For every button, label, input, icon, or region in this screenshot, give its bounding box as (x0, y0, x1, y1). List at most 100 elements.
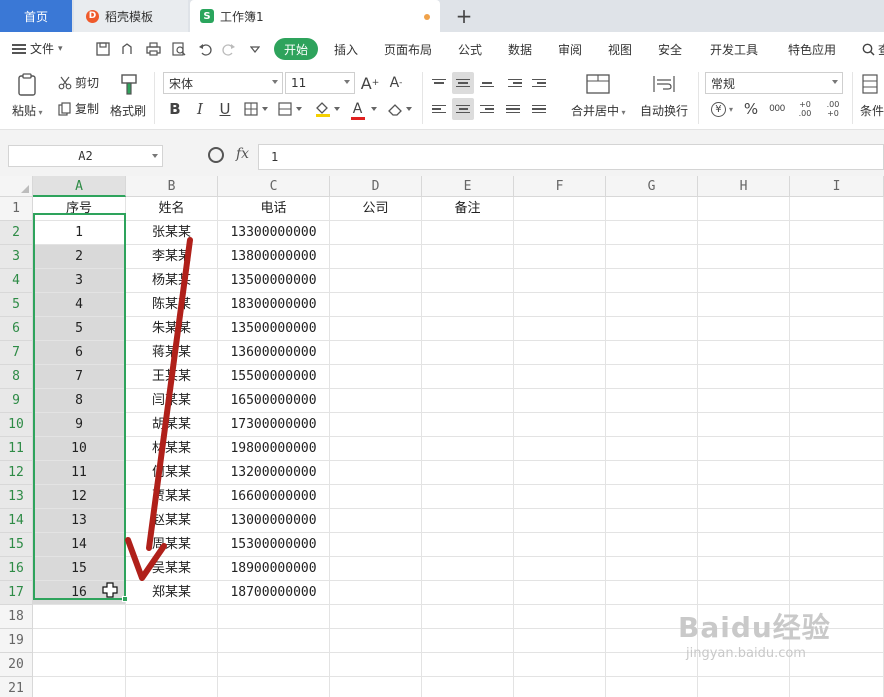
row-header-10[interactable]: 10 (0, 413, 33, 437)
cell-g21[interactable] (606, 677, 698, 697)
cell-h6[interactable] (698, 317, 790, 341)
merge-center-button[interactable]: 合并居中 ▾ (571, 102, 626, 119)
cell-c15[interactable]: 15300000000 (218, 533, 330, 557)
cell-b9[interactable]: 闫某某 (126, 389, 218, 413)
cell-d4[interactable] (330, 269, 422, 293)
cell-e4[interactable] (422, 269, 514, 293)
cell-f2[interactable] (514, 221, 606, 245)
cell-c21[interactable] (218, 677, 330, 697)
cell-g17[interactable] (606, 581, 698, 605)
cell-d9[interactable] (330, 389, 422, 413)
cell-f13[interactable] (514, 485, 606, 509)
column-header-f[interactable]: F (514, 176, 606, 197)
cell-g14[interactable] (606, 509, 698, 533)
menu-security[interactable]: 安全 (658, 41, 682, 58)
cell-b21[interactable] (126, 677, 218, 697)
cell-i10[interactable] (790, 413, 884, 437)
row-header-20[interactable]: 20 (0, 653, 33, 677)
cell-c18[interactable] (218, 605, 330, 629)
cell-i4[interactable] (790, 269, 884, 293)
font-color-button[interactable]: A (348, 98, 380, 120)
cell-g6[interactable] (606, 317, 698, 341)
cell-g15[interactable] (606, 533, 698, 557)
cell-h12[interactable] (698, 461, 790, 485)
increase-indent-button[interactable] (528, 72, 550, 94)
menu-review[interactable]: 审阅 (558, 41, 582, 58)
font-name-select[interactable]: 宋体 (163, 72, 283, 94)
cell-i12[interactable] (790, 461, 884, 485)
cell-h7[interactable] (698, 341, 790, 365)
cell-h9[interactable] (698, 389, 790, 413)
cell-g9[interactable] (606, 389, 698, 413)
cell-f5[interactable] (514, 293, 606, 317)
cell-g12[interactable] (606, 461, 698, 485)
magnifier-icon[interactable] (208, 147, 224, 163)
name-box[interactable]: A2 (8, 145, 163, 167)
cell-a6[interactable]: 5 (33, 317, 126, 341)
cell-a7[interactable]: 6 (33, 341, 126, 365)
menu-insert[interactable]: 插入 (334, 41, 358, 58)
cell-f7[interactable] (514, 341, 606, 365)
cell-b20[interactable] (126, 653, 218, 677)
cell-h10[interactable] (698, 413, 790, 437)
cell-d1[interactable]: 公司 (330, 197, 422, 221)
cell-a16[interactable]: 15 (33, 557, 126, 581)
decrease-indent-button[interactable] (504, 72, 526, 94)
cell-h4[interactable] (698, 269, 790, 293)
row-header-13[interactable]: 13 (0, 485, 33, 509)
cell-c3[interactable]: 13800000000 (218, 245, 330, 269)
row-header-4[interactable]: 4 (0, 269, 33, 293)
column-header-c[interactable]: C (218, 176, 330, 197)
column-header-i[interactable]: I (790, 176, 884, 197)
cell-d15[interactable] (330, 533, 422, 557)
menu-formulas[interactable]: 公式 (458, 41, 482, 58)
cell-b5[interactable]: 陈某某 (126, 293, 218, 317)
cell-d17[interactable] (330, 581, 422, 605)
cell-g4[interactable] (606, 269, 698, 293)
cell-d21[interactable] (330, 677, 422, 697)
cell-a1[interactable]: 序号 (33, 197, 126, 221)
cell-d13[interactable] (330, 485, 422, 509)
cell-a20[interactable] (33, 653, 126, 677)
cell-f9[interactable] (514, 389, 606, 413)
cell-f19[interactable] (514, 629, 606, 653)
cell-b11[interactable]: 林某某 (126, 437, 218, 461)
cell-g5[interactable] (606, 293, 698, 317)
conditional-format-button[interactable]: 条件 (860, 102, 884, 119)
cell-f15[interactable] (514, 533, 606, 557)
align-top-button[interactable] (428, 72, 450, 94)
cell-c2[interactable]: 13300000000 (218, 221, 330, 245)
cell-d11[interactable] (330, 437, 422, 461)
menu-developer[interactable]: 开发工具 (710, 41, 758, 58)
cell-e3[interactable] (422, 245, 514, 269)
row-header-5[interactable]: 5 (0, 293, 33, 317)
cell-b15[interactable]: 周某某 (126, 533, 218, 557)
cell-c14[interactable]: 13000000000 (218, 509, 330, 533)
column-header-e[interactable]: E (422, 176, 514, 197)
cell-f14[interactable] (514, 509, 606, 533)
cell-c11[interactable]: 19800000000 (218, 437, 330, 461)
row-header-9[interactable]: 9 (0, 389, 33, 413)
cell-a2[interactable]: 1 (33, 221, 126, 245)
thousands-separator-button[interactable]: 000 (764, 98, 790, 120)
row-header-11[interactable]: 11 (0, 437, 33, 461)
menu-view[interactable]: 视图 (608, 41, 632, 58)
underline-button[interactable]: U (215, 98, 235, 120)
row-header-12[interactable]: 12 (0, 461, 33, 485)
cell-f1[interactable] (514, 197, 606, 221)
cell-e6[interactable] (422, 317, 514, 341)
cell-a5[interactable]: 4 (33, 293, 126, 317)
cell-f18[interactable] (514, 605, 606, 629)
cell-i16[interactable] (790, 557, 884, 581)
row-header-8[interactable]: 8 (0, 365, 33, 389)
cell-g16[interactable] (606, 557, 698, 581)
cell-a15[interactable]: 14 (33, 533, 126, 557)
cell-d10[interactable] (330, 413, 422, 437)
paste-button[interactable]: 粘贴 ▾ (12, 102, 43, 119)
file-menu[interactable]: 文件 ▾ (12, 40, 63, 57)
cell-d19[interactable] (330, 629, 422, 653)
cell-b3[interactable]: 李某某 (126, 245, 218, 269)
cell-h16[interactable] (698, 557, 790, 581)
cell-g8[interactable] (606, 365, 698, 389)
function-icon[interactable]: fx (236, 146, 249, 162)
